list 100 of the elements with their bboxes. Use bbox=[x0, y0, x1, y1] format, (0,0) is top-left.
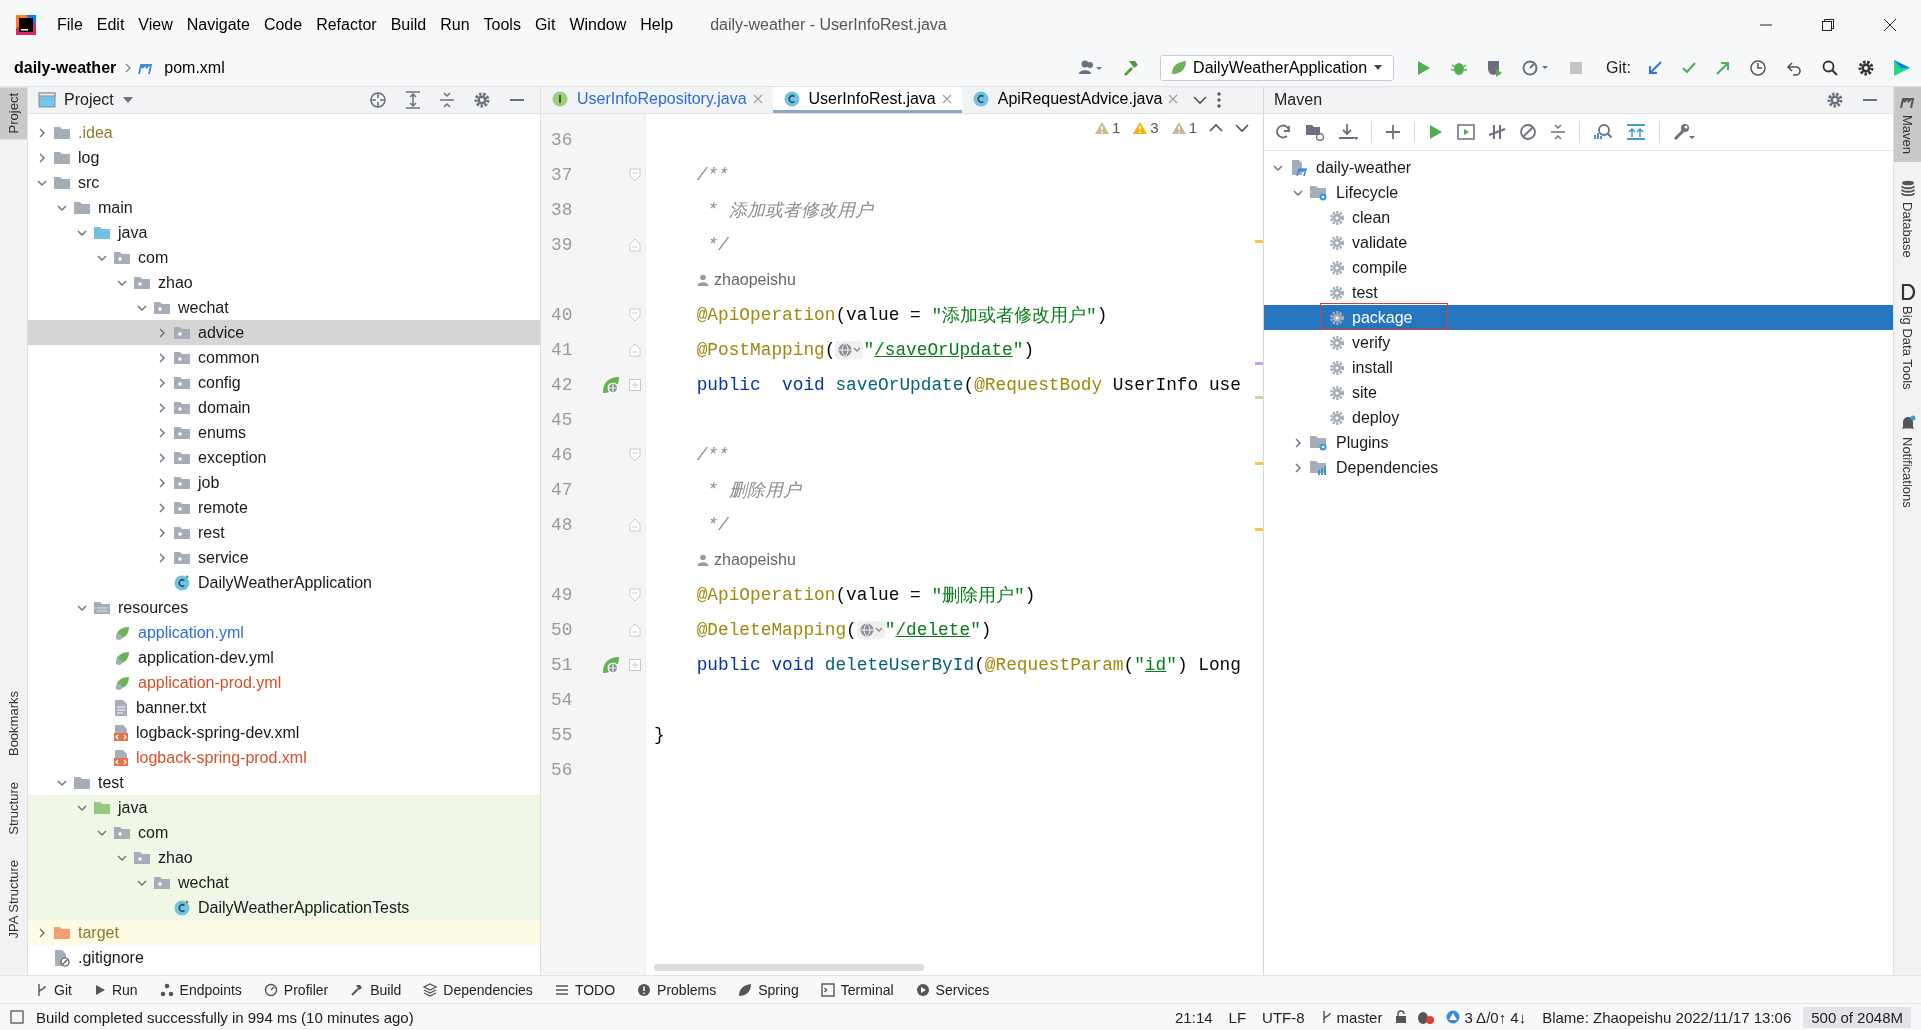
globe-icon[interactable] bbox=[837, 341, 862, 358]
menu-item[interactable]: File bbox=[50, 16, 90, 34]
tree-item[interactable]: daily-weather bbox=[1264, 155, 1893, 180]
tree-item[interactable]: test bbox=[1264, 280, 1893, 305]
tree-item[interactable]: java bbox=[28, 220, 540, 245]
tree-item[interactable]: service bbox=[28, 545, 540, 570]
minimize-icon[interactable] bbox=[509, 98, 525, 102]
tree-item[interactable]: job bbox=[28, 470, 540, 495]
tree-item[interactable]: install bbox=[1264, 355, 1893, 380]
breadcrumb[interactable]: daily-weather bbox=[12, 59, 119, 77]
tree-item[interactable]: deploy bbox=[1264, 405, 1893, 430]
caret-position[interactable]: 21:14 bbox=[1171, 1008, 1217, 1026]
tree-item[interactable]: wechat bbox=[28, 295, 540, 320]
plus-icon[interactable] bbox=[1385, 124, 1401, 140]
tree-item[interactable]: zhao bbox=[28, 270, 540, 295]
tree-item[interactable]: clean bbox=[1264, 205, 1893, 230]
settings-icon[interactable] bbox=[1857, 59, 1875, 77]
memory-indicator[interactable]: 500 of 2048M bbox=[1803, 1006, 1911, 1028]
tree-item[interactable]: remote bbox=[28, 495, 540, 520]
tree-item[interactable]: Lifecycle bbox=[1264, 180, 1893, 205]
tool-window-button[interactable]: Notifications bbox=[1894, 407, 1921, 517]
vcs-changes[interactable]: 3 Δ/0↑ 4↓ bbox=[1442, 1008, 1531, 1026]
git-branch[interactable]: master bbox=[1316, 1008, 1387, 1026]
hammer-icon[interactable] bbox=[1122, 59, 1141, 77]
tree-item[interactable]: package bbox=[1264, 305, 1893, 330]
tool-window-tab[interactable]: Build bbox=[344, 981, 408, 998]
caret-icon[interactable] bbox=[121, 96, 134, 104]
skip-tests-icon[interactable] bbox=[1488, 123, 1506, 141]
download-icon[interactable] bbox=[1338, 123, 1358, 141]
breadcrumb[interactable]: pom.xml bbox=[162, 59, 227, 77]
user-icon[interactable] bbox=[1078, 59, 1105, 77]
menu-item[interactable]: Help bbox=[633, 16, 681, 34]
crosshair-icon[interactable] bbox=[369, 91, 387, 109]
editor-tab[interactable]: UserInfoRepository.java bbox=[541, 87, 773, 113]
tree-item[interactable]: enums bbox=[28, 420, 540, 445]
author-hint[interactable]: zhaopeishu bbox=[697, 550, 796, 569]
gauge-icon[interactable] bbox=[1522, 59, 1551, 77]
tree-item[interactable]: application.yml bbox=[28, 620, 540, 645]
tree-item[interactable]: verify bbox=[1264, 330, 1893, 355]
search-icon[interactable] bbox=[1821, 59, 1839, 77]
tree-item[interactable]: exception bbox=[28, 445, 540, 470]
panel-toggle-icon[interactable] bbox=[10, 1010, 24, 1024]
tool-window-button[interactable]: Big Data Tools bbox=[1894, 275, 1921, 398]
arrow-up-icon[interactable] bbox=[1209, 122, 1223, 133]
close-icon[interactable] bbox=[1883, 18, 1897, 32]
offline-icon[interactable] bbox=[1519, 123, 1537, 141]
collapse-all-icon[interactable] bbox=[439, 91, 455, 109]
tree-item[interactable]: DailyWeatherApplication bbox=[28, 570, 540, 595]
tree-item[interactable]: log bbox=[28, 145, 540, 170]
undo-icon[interactable] bbox=[1785, 59, 1803, 77]
menu-item[interactable]: Git bbox=[527, 16, 563, 34]
file-encoding[interactable]: UTF-8 bbox=[1258, 1008, 1309, 1026]
tree-item[interactable]: Dependencies bbox=[1264, 455, 1893, 480]
tree-item[interactable]: com bbox=[28, 245, 540, 270]
endpoint-icon[interactable] bbox=[601, 374, 621, 395]
tool-window-button[interactable]: Project bbox=[0, 87, 27, 140]
menu-item[interactable]: Edit bbox=[89, 16, 132, 34]
tree-item[interactable]: rest bbox=[28, 520, 540, 545]
analyze-icon[interactable] bbox=[1593, 123, 1613, 141]
tree-item[interactable]: DailyWeatherApplicationTests bbox=[28, 895, 540, 920]
tool-window-tab[interactable]: Services bbox=[909, 981, 996, 998]
tool-window-button[interactable]: Bookmarks bbox=[0, 684, 27, 762]
menu-item[interactable]: View bbox=[131, 16, 180, 34]
menu-item[interactable]: Navigate bbox=[179, 16, 257, 34]
inspection-counter[interactable]: 3 bbox=[1132, 119, 1159, 136]
menu-item[interactable]: Refactor bbox=[309, 16, 384, 34]
author-hint[interactable]: zhaopeishu bbox=[697, 270, 796, 289]
tool-window-tab[interactable]: Endpoints bbox=[153, 981, 248, 998]
lock-icon[interactable] bbox=[1394, 1010, 1409, 1024]
endpoint-icon[interactable] bbox=[601, 654, 621, 675]
tree-item[interactable]: .idea bbox=[28, 120, 540, 145]
tree-item[interactable]: advice bbox=[28, 320, 540, 345]
tool-window-button[interactable]: Maven bbox=[1894, 87, 1921, 163]
tree-item[interactable]: config bbox=[28, 370, 540, 395]
check-icon[interactable] bbox=[1681, 60, 1697, 76]
tool-window-tab[interactable]: Dependencies bbox=[417, 981, 539, 998]
tool-window-tab[interactable]: Terminal bbox=[814, 981, 900, 998]
clock-icon[interactable] bbox=[1749, 59, 1767, 77]
arrow-down-icon[interactable] bbox=[1235, 122, 1249, 133]
tool-window-tab[interactable]: Problems bbox=[631, 981, 723, 998]
reload-icon[interactable] bbox=[1274, 123, 1292, 141]
tree-item[interactable]: application-dev.yml bbox=[28, 645, 540, 670]
collapse-all-icon[interactable] bbox=[1550, 123, 1566, 141]
tool-window-tab[interactable]: Run bbox=[87, 981, 144, 998]
expand-all-icon[interactable] bbox=[405, 91, 421, 109]
restore-icon[interactable] bbox=[1821, 18, 1835, 32]
tree-item[interactable]: banner.txt bbox=[28, 695, 540, 720]
tool-window-tab[interactable]: Profiler bbox=[257, 981, 335, 998]
menu-item[interactable]: Code bbox=[256, 16, 310, 34]
tree-item[interactable]: logback-spring-prod.xml bbox=[28, 745, 540, 770]
panel-title[interactable]: Project bbox=[64, 91, 114, 109]
run-icon[interactable] bbox=[1428, 123, 1444, 141]
inspection-counter[interactable]: 1 bbox=[1170, 119, 1197, 136]
wrench-icon[interactable] bbox=[1673, 123, 1695, 141]
menu-item[interactable]: Window bbox=[562, 16, 634, 34]
tree-item[interactable]: target bbox=[28, 920, 540, 945]
tree-item[interactable]: compile bbox=[1264, 255, 1893, 280]
arrow-icon[interactable] bbox=[1715, 60, 1731, 76]
tree-item[interactable]: common bbox=[28, 345, 540, 370]
tree-item[interactable]: logback-spring-dev.xml bbox=[28, 720, 540, 745]
